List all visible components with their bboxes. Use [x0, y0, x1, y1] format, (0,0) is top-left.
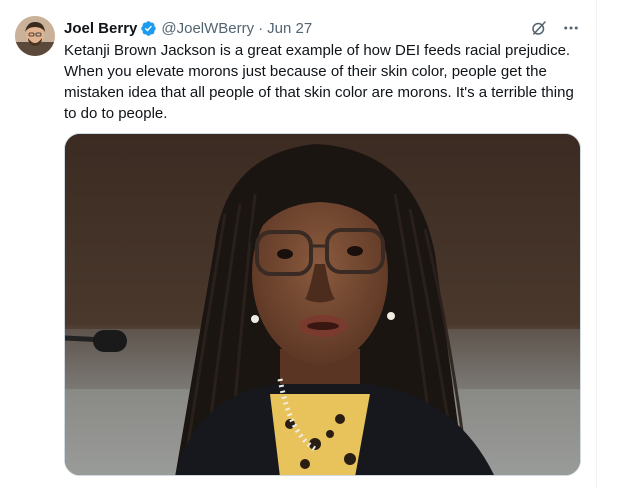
separator-dot: · [258, 19, 264, 37]
author-handle[interactable]: @JoelWBerry [161, 20, 254, 37]
header-actions [530, 17, 580, 39]
tweet[interactable]: Joel Berry @JoelWBerry · Jun 27 Ketanji … [0, 0, 596, 487]
tweet-date[interactable]: Jun 27 [267, 20, 312, 37]
avatar[interactable] [15, 16, 55, 56]
author-display-name[interactable]: Joel Berry [64, 20, 137, 37]
verified-badge-icon[interactable] [140, 20, 157, 37]
tweet-header: Joel Berry @JoelWBerry · Jun 27 [64, 17, 580, 39]
grok-icon[interactable] [530, 19, 548, 37]
more-options-icon[interactable] [562, 19, 580, 37]
tweet-photo[interactable] [64, 133, 581, 476]
tweet-text: Ketanji Brown Jackson is a great example… [64, 42, 574, 122]
timeline-divider [596, 0, 597, 487]
